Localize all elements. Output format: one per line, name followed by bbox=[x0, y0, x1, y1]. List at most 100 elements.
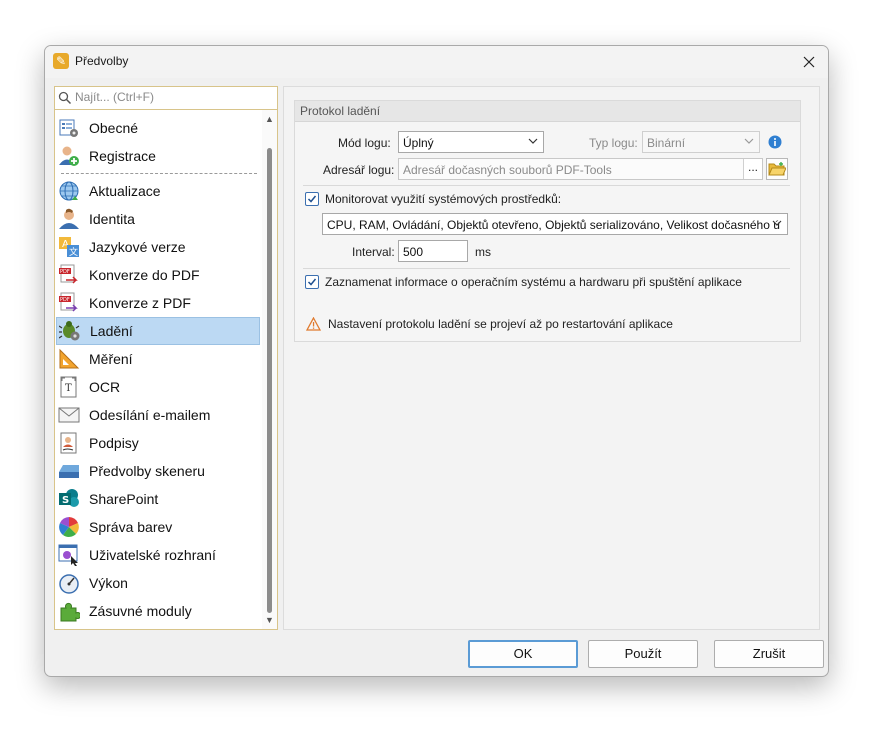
sidebar-item-general[interactable]: Obecné bbox=[56, 114, 260, 142]
sidebar-item-label: Jazykové verze bbox=[89, 239, 186, 255]
preferences-dialog: ✎ Předvolby Obecné Registrace Aktualizac… bbox=[44, 45, 829, 677]
scroll-thumb[interactable] bbox=[267, 148, 272, 613]
group-header: Protokol ladění bbox=[295, 101, 800, 122]
log-mode-label: Mód logu: bbox=[338, 136, 391, 150]
plugin-puzzle-icon bbox=[60, 602, 80, 622]
sidebar-item-convert-from-pdf[interactable]: PDF Konverze z PDF bbox=[56, 289, 260, 317]
sidebar-item-measure[interactable]: Měření bbox=[56, 345, 260, 373]
divider bbox=[303, 185, 790, 186]
settings-panel: Protokol ladění Mód logu: Úplný Typ logu… bbox=[283, 86, 820, 630]
sidebar-item-user-interface[interactable]: Uživatelské rozhraní bbox=[56, 541, 260, 569]
svg-text:PDF: PDF bbox=[60, 297, 70, 303]
ocr-icon: T bbox=[60, 376, 77, 398]
svg-text:T: T bbox=[65, 383, 72, 394]
sidebar-item-label: Identita bbox=[89, 211, 135, 227]
category-panel: Obecné Registrace Aktualizace Identita A… bbox=[54, 86, 278, 630]
debug-bug-icon bbox=[59, 321, 80, 341]
category-scrollbar[interactable]: ▲ ▼ bbox=[262, 110, 277, 629]
warning-icon bbox=[306, 317, 321, 331]
interval-unit: ms bbox=[475, 245, 491, 259]
chevron-down-icon bbox=[528, 138, 538, 144]
sidebar-item-label: Aktualizace bbox=[89, 183, 161, 199]
svg-text:文: 文 bbox=[69, 246, 78, 258]
sidebar-item-performance[interactable]: Výkon bbox=[56, 569, 260, 597]
sidebar-item-sharepoint[interactable]: S SharePoint bbox=[56, 485, 260, 513]
sidebar-item-convert-to-pdf[interactable]: PDF Konverze do PDF bbox=[56, 261, 260, 289]
sidebar-item-label: Konverze z PDF bbox=[89, 295, 191, 311]
log-dir-placeholder: Adresář dočasných souborů PDF-Tools bbox=[403, 163, 612, 177]
scroll-down-icon[interactable]: ▼ bbox=[262, 613, 277, 627]
log-mode-select[interactable]: Úplný bbox=[398, 131, 544, 153]
interval-input[interactable]: 500 bbox=[398, 240, 468, 262]
sidebar-item-label: Konverze do PDF bbox=[89, 267, 200, 283]
sidebar-item-label: Ladění bbox=[90, 323, 133, 339]
sidebar-item-color-management[interactable]: Správa barev bbox=[56, 513, 260, 541]
log-mode-value: Úplný bbox=[403, 136, 434, 150]
svg-text:S: S bbox=[62, 495, 69, 506]
cancel-button[interactable]: Zrušit bbox=[714, 640, 824, 668]
sidebar-item-label: Odesílání e-mailem bbox=[89, 407, 211, 423]
general-settings-icon bbox=[59, 119, 78, 137]
monitor-resources-value: CPU, RAM, Ovládání, Objektů otevřeno, Ob… bbox=[327, 218, 780, 232]
scroll-up-icon[interactable]: ▲ bbox=[262, 112, 277, 126]
monitor-resources-checkbox[interactable] bbox=[305, 192, 319, 206]
svg-text:PDF: PDF bbox=[60, 269, 70, 275]
monitor-resources-label: Monitorovat využití systémových prostřed… bbox=[325, 192, 562, 206]
interval-value: 500 bbox=[403, 245, 424, 259]
record-system-info-label: Zaznamenat informace o operačním systému… bbox=[325, 275, 742, 289]
apply-button[interactable]: Použít bbox=[588, 640, 698, 668]
monitor-resources-select[interactable]: CPU, RAM, Ovládání, Objektů otevřeno, Ob… bbox=[322, 213, 788, 235]
sidebar-item-signatures[interactable]: Podpisy bbox=[56, 429, 260, 457]
log-type-value: Binární bbox=[647, 136, 686, 150]
color-management-icon bbox=[59, 517, 79, 537]
ok-button[interactable]: OK bbox=[468, 640, 578, 668]
window-title: Předvolby bbox=[75, 54, 129, 68]
sidebar-item-languages[interactable]: A文 Jazykové verze bbox=[56, 233, 260, 261]
sidebar-item-label: Výkon bbox=[89, 575, 128, 591]
sidebar-item-email[interactable]: Odesílání e-mailem bbox=[56, 401, 260, 429]
open-folder-button[interactable] bbox=[766, 158, 788, 180]
chevron-down-icon bbox=[744, 138, 754, 144]
log-dir-field[interactable]: Adresář dočasných souborů PDF-Tools ... bbox=[398, 158, 763, 180]
sidebar-item-label: Měření bbox=[89, 351, 133, 367]
sidebar-item-debug[interactable]: Ladění bbox=[56, 317, 260, 345]
chevron-down-icon bbox=[772, 220, 782, 226]
sidebar-item-label: Podpisy bbox=[89, 435, 139, 451]
category-list: Obecné Registrace Aktualizace Identita A… bbox=[55, 110, 261, 629]
convert-from-pdf-icon: PDF bbox=[59, 292, 78, 312]
close-icon bbox=[803, 56, 815, 68]
search-input[interactable] bbox=[75, 89, 270, 105]
sidebar-item-label: Zásuvné moduly bbox=[89, 603, 192, 619]
search-box bbox=[55, 87, 277, 110]
sidebar-item-updates[interactable]: Aktualizace bbox=[56, 177, 260, 205]
record-system-info-checkbox[interactable] bbox=[305, 275, 319, 289]
sidebar-item-identity[interactable]: Identita bbox=[56, 205, 260, 233]
checkmark-icon bbox=[307, 278, 317, 286]
email-envelope-icon bbox=[58, 407, 80, 423]
log-type-label: Typ logu: bbox=[589, 136, 638, 150]
user-interface-icon bbox=[58, 544, 78, 566]
convert-to-pdf-icon: PDF bbox=[59, 264, 78, 284]
measure-ruler-icon bbox=[59, 348, 80, 369]
app-logo-icon: ✎ bbox=[53, 53, 69, 69]
close-button[interactable] bbox=[796, 50, 822, 74]
interval-label: Interval: bbox=[352, 245, 395, 259]
update-globe-icon bbox=[59, 181, 79, 201]
sidebar-item-ocr[interactable]: T OCR bbox=[56, 373, 260, 401]
scanner-icon bbox=[59, 465, 79, 478]
signature-icon bbox=[60, 432, 77, 454]
sidebar-item-label: Správa barev bbox=[89, 519, 173, 535]
debug-log-group: Protokol ladění Mód logu: Úplný Typ logu… bbox=[294, 100, 801, 342]
sidebar-item-plugins[interactable]: Zásuvné moduly bbox=[56, 597, 260, 625]
sidebar-item-label: Obecné bbox=[89, 120, 139, 136]
performance-gauge-icon bbox=[59, 574, 79, 594]
sidebar-item-registration[interactable]: Registrace bbox=[56, 142, 260, 170]
restart-warning-text: Nastavení protokolu ladění se projeví až… bbox=[328, 317, 673, 331]
log-dir-label: Adresář logu: bbox=[323, 163, 395, 177]
browse-button[interactable]: ... bbox=[743, 159, 762, 179]
log-type-select[interactable]: Binární bbox=[642, 131, 760, 153]
sidebar-item-scanner[interactable]: Předvolby skeneru bbox=[56, 457, 260, 485]
sidebar-item-label: Registrace bbox=[89, 148, 156, 164]
divider bbox=[303, 268, 790, 269]
info-icon[interactable] bbox=[768, 135, 782, 149]
